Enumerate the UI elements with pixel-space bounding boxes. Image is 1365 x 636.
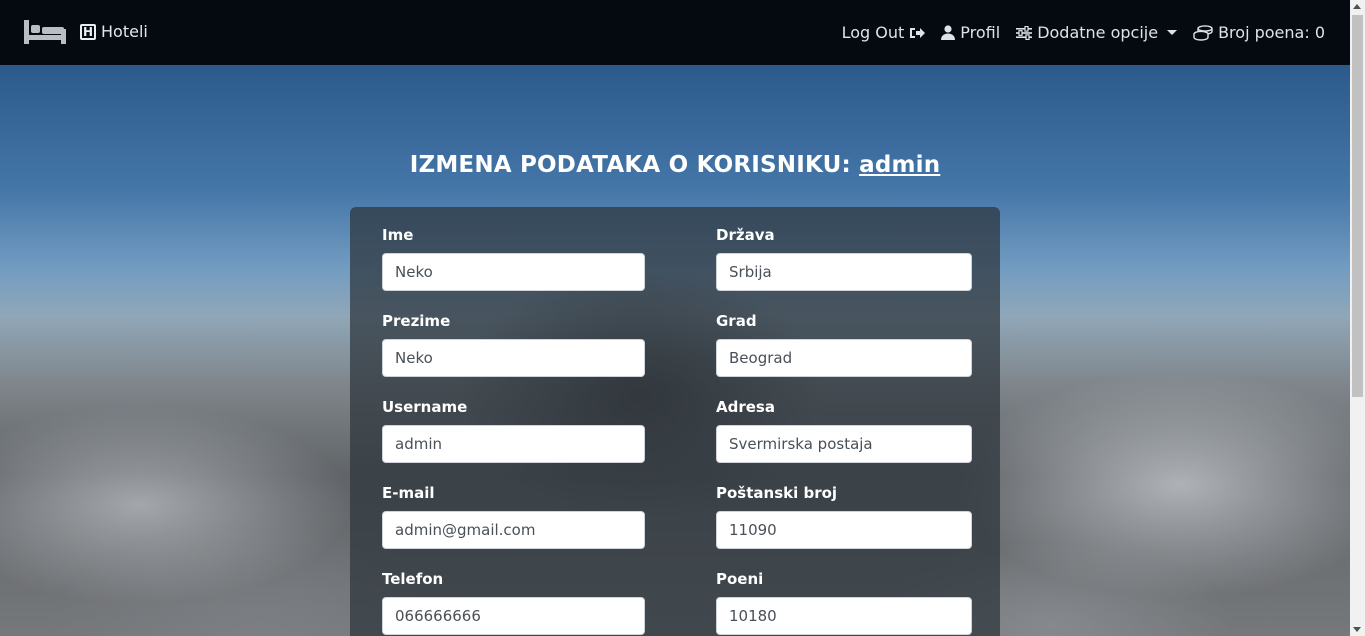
- grad-input[interactable]: [716, 339, 972, 377]
- nav-right: Log Out Profil Dodatne opcije Broj poena…: [842, 0, 1325, 65]
- adresa-label: Adresa: [716, 398, 775, 416]
- points-link[interactable]: Broj poena: 0: [1193, 23, 1325, 42]
- drzava-group: Država: [716, 226, 972, 291]
- hotel-icon: H: [80, 23, 96, 40]
- poeni-input[interactable]: [716, 597, 972, 635]
- username-input[interactable]: [382, 425, 645, 463]
- logout-link[interactable]: Log Out: [842, 23, 926, 42]
- username-link[interactable]: admin: [859, 152, 940, 178]
- profile-label: Profil: [960, 23, 1001, 42]
- telefon-input[interactable]: [382, 597, 645, 635]
- page-title-prefix: IZMENA PODATAKA O KORISNIKU:: [409, 152, 851, 178]
- page-title: IZMENA PODATAKA O KORISNIKU: admin: [0, 152, 1350, 178]
- email-label: E-mail: [382, 484, 435, 502]
- email-group: E-mail: [382, 484, 645, 549]
- ime-group: Ime: [382, 226, 645, 291]
- poeni-label: Poeni: [716, 570, 764, 588]
- coins-icon: [1193, 24, 1213, 41]
- postanski-broj-group: Poštanski broj: [716, 484, 972, 549]
- navbar: H Hoteli Log Out Profil Dodatne opcije B…: [0, 0, 1350, 65]
- user-icon: [941, 25, 956, 40]
- prezime-label: Prezime: [382, 312, 451, 330]
- email-input[interactable]: [382, 511, 645, 549]
- ime-input[interactable]: [382, 253, 645, 291]
- grad-group: Grad: [716, 312, 972, 377]
- chevron-down-icon: [1167, 30, 1178, 35]
- logout-label: Log Out: [841, 23, 905, 42]
- telefon-group: Telefon: [382, 570, 645, 635]
- drzava-input[interactable]: [716, 253, 972, 291]
- scroll-down-icon[interactable]: [1353, 627, 1361, 632]
- adresa-group: Adresa: [716, 398, 972, 463]
- adresa-input[interactable]: [716, 425, 972, 463]
- poeni-group: Poeni: [716, 570, 972, 635]
- username-group: Username: [382, 398, 645, 463]
- grad-label: Grad: [716, 312, 757, 330]
- postanski-broj-input[interactable]: [716, 511, 972, 549]
- scrollbar-thumb[interactable]: [1352, 15, 1363, 397]
- scroll-up-icon[interactable]: [1353, 4, 1361, 9]
- prezime-input[interactable]: [382, 339, 645, 377]
- options-label: Dodatne opcije: [1037, 23, 1159, 42]
- brand-label: Hoteli: [101, 22, 148, 41]
- drzava-label: Država: [716, 226, 775, 244]
- bed-icon[interactable]: [24, 20, 66, 44]
- telefon-label: Telefon: [382, 570, 444, 588]
- username-label: Username: [382, 398, 468, 416]
- sliders-icon: [1016, 25, 1033, 40]
- brand-hoteli-link[interactable]: H Hoteli: [80, 22, 148, 41]
- page-scrollbar[interactable]: [1350, 0, 1365, 636]
- ime-label: Ime: [382, 226, 414, 244]
- profile-link[interactable]: Profil: [941, 23, 1000, 42]
- sign-out-icon: [910, 27, 926, 38]
- postanski-broj-label: Poštanski broj: [716, 484, 838, 502]
- prezime-group: Prezime: [382, 312, 645, 377]
- options-dropdown[interactable]: Dodatne opcije: [1016, 23, 1178, 42]
- points-label: Broj poena: 0: [1218, 23, 1325, 42]
